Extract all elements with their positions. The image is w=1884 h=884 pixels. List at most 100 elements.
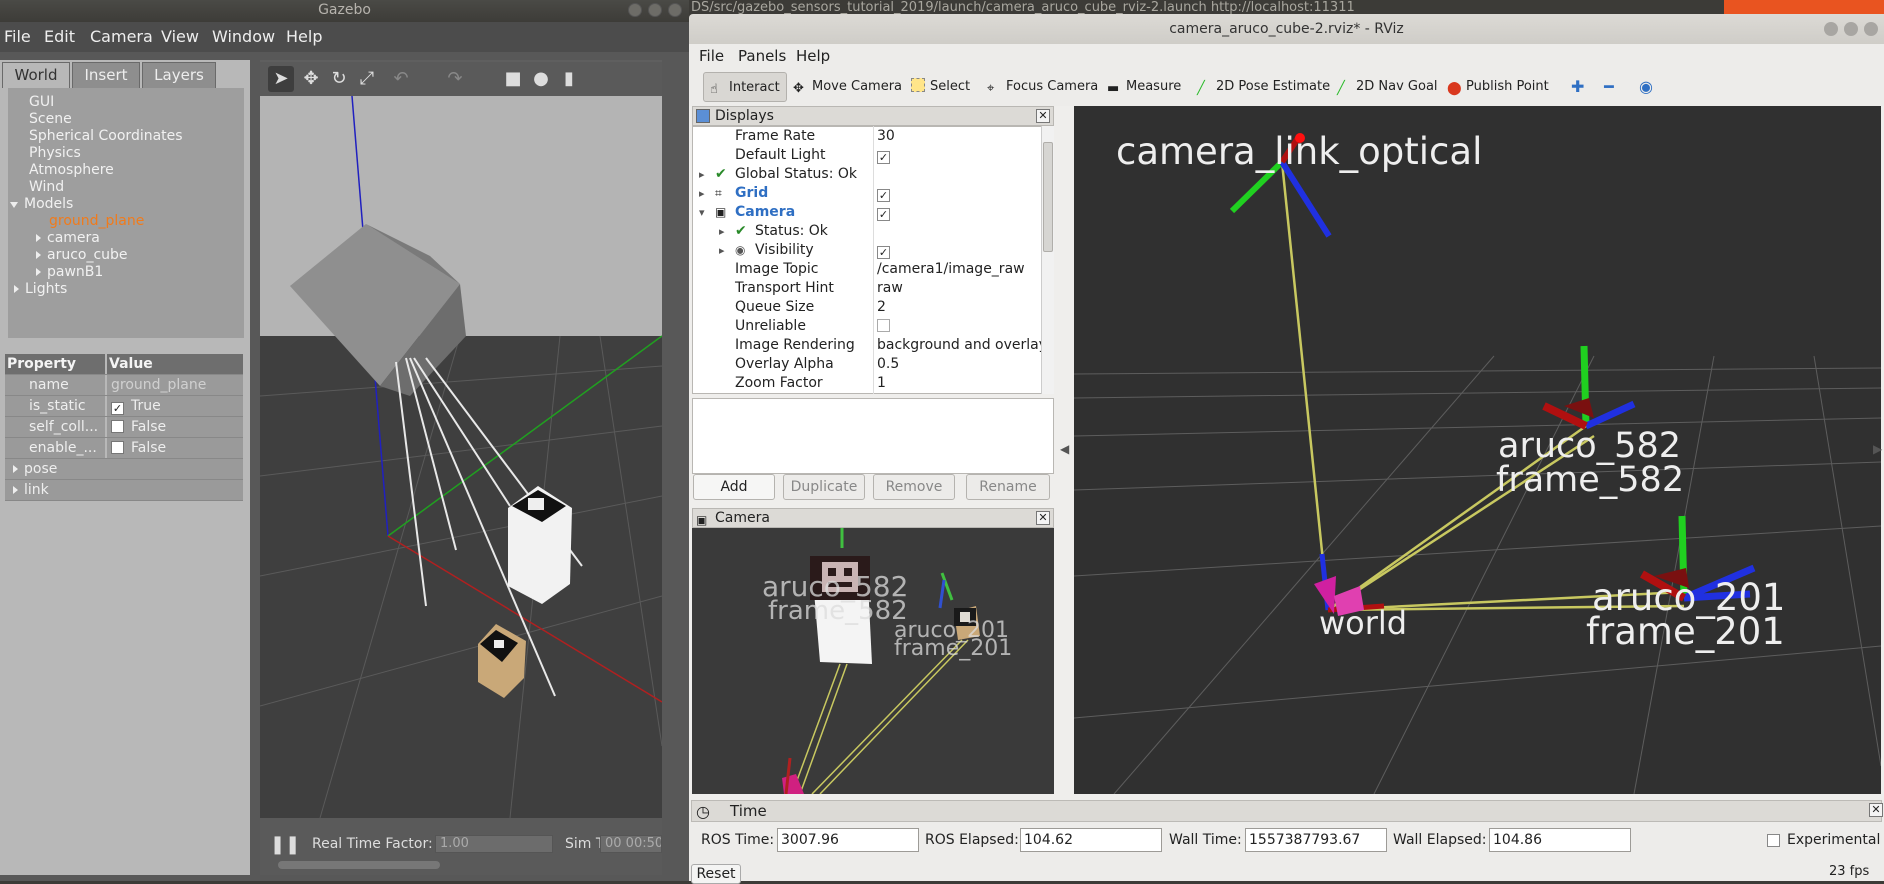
property-value[interactable]: False bbox=[107, 438, 243, 458]
menu-window[interactable]: Window bbox=[212, 27, 275, 46]
tool-publish-point[interactable]: ⬤ Publish Point bbox=[1447, 72, 1549, 102]
row-value[interactable]: background and overlay bbox=[877, 336, 1047, 355]
expand-right-icon[interactable]: ▸ bbox=[699, 184, 705, 203]
translate-icon[interactable]: ✥ bbox=[298, 66, 324, 92]
checkbox-checked[interactable]: ✓ bbox=[111, 402, 124, 415]
tree-spherical[interactable]: Spherical Coordinates bbox=[29, 128, 183, 144]
checkbox-unchecked[interactable] bbox=[111, 441, 124, 454]
property-row[interactable]: name ground_plane bbox=[5, 375, 243, 396]
row-default-light[interactable]: Default Light ✓ bbox=[693, 146, 1043, 165]
property-row[interactable]: is_static ✓ True bbox=[5, 396, 243, 417]
tool-pose-estimate[interactable]: ╱ 2D Pose Estimate bbox=[1197, 72, 1330, 102]
minimize-icon[interactable] bbox=[628, 3, 642, 17]
tool-focus-camera[interactable]: ⌖ Focus Camera bbox=[987, 72, 1098, 102]
menu-edit[interactable]: Edit bbox=[44, 27, 75, 46]
duplicate-button[interactable]: Duplicate bbox=[783, 474, 865, 500]
close-icon[interactable]: ✕ bbox=[1036, 511, 1050, 525]
rviz-3d-view[interactable]: camera_link_optical aruco_582 frame_582 … bbox=[1074, 106, 1881, 794]
row-value[interactable]: 1 bbox=[877, 374, 886, 393]
tree-gui[interactable]: GUI bbox=[29, 94, 54, 110]
minimize-icon[interactable] bbox=[1824, 22, 1838, 36]
checkbox-checked[interactable]: ✓ bbox=[877, 184, 897, 203]
scrollbar-thumb[interactable] bbox=[1043, 142, 1053, 252]
box-shape-icon[interactable]: ■ bbox=[500, 66, 526, 92]
rotate-icon[interactable]: ↻ bbox=[326, 66, 352, 92]
tree-physics[interactable]: Physics bbox=[29, 145, 81, 161]
expand-right-icon[interactable] bbox=[36, 268, 41, 276]
row-global-status[interactable]: ▸ ✔ Global Status: Ok bbox=[693, 165, 1043, 184]
tree-aruco-cube[interactable]: aruco_cube bbox=[36, 247, 128, 263]
tree-scene[interactable]: Scene bbox=[29, 111, 72, 127]
row-visibility[interactable]: ▸ ◉ Visibility ✓ bbox=[693, 241, 1043, 260]
collapse-right-icon[interactable]: ▶ bbox=[1873, 442, 1882, 456]
tree-atmosphere[interactable]: Atmosphere bbox=[29, 162, 114, 178]
close-icon[interactable]: ✕ bbox=[1869, 803, 1883, 817]
menu-view[interactable]: View bbox=[161, 27, 199, 46]
close-icon[interactable] bbox=[668, 3, 682, 17]
row-unreliable[interactable]: Unreliable bbox=[693, 317, 1043, 336]
tool-interact[interactable]: ☝ Interact bbox=[703, 72, 787, 102]
row-overlay-alpha[interactable]: Overlay Alpha 0.5 bbox=[693, 355, 1043, 374]
menu-file[interactable]: File bbox=[4, 27, 31, 46]
displays-scrollbar[interactable] bbox=[1041, 126, 1054, 394]
tree-models[interactable]: Models bbox=[10, 196, 73, 212]
menu-panels[interactable]: Panels bbox=[738, 47, 786, 65]
expand-right-icon[interactable]: ▸ bbox=[699, 165, 705, 184]
tool-select[interactable]: Select bbox=[911, 72, 970, 102]
expand-right-icon[interactable] bbox=[36, 234, 41, 242]
pause-icon[interactable]: ❚❚ bbox=[270, 834, 300, 855]
checkbox-checked[interactable]: ✓ bbox=[877, 241, 897, 260]
row-value[interactable]: 30 bbox=[877, 127, 895, 146]
sphere-shape-icon[interactable]: ● bbox=[528, 66, 554, 92]
gazebo-3d-scene[interactable] bbox=[260, 96, 662, 818]
add-button[interactable]: Add bbox=[693, 474, 775, 500]
row-image-rendering[interactable]: Image Rendering background and overlay bbox=[693, 336, 1047, 355]
scale-icon[interactable]: ⤢ bbox=[354, 66, 380, 92]
reset-button[interactable]: Reset bbox=[691, 864, 741, 884]
eye-icon[interactable]: ◉ bbox=[1639, 72, 1653, 102]
remove-button[interactable]: Remove bbox=[873, 474, 955, 500]
row-queue-size[interactable]: Queue Size 2 bbox=[693, 298, 1043, 317]
camera-image[interactable]: aruco_582 frame_582 aruco_201 frame_201 bbox=[692, 528, 1054, 794]
property-link[interactable]: link bbox=[5, 480, 243, 501]
row-transport-hint[interactable]: Transport Hint raw bbox=[693, 279, 1043, 298]
checkbox-unchecked[interactable] bbox=[111, 420, 124, 433]
property-row[interactable]: enable_... False bbox=[5, 438, 243, 459]
tab-insert[interactable]: Insert bbox=[72, 62, 140, 88]
tree-lights[interactable]: Lights bbox=[14, 281, 67, 297]
ros-time-field[interactable]: 3007.96 bbox=[777, 828, 919, 852]
tool-measure[interactable]: ▬ Measure bbox=[1107, 72, 1181, 102]
maximize-icon[interactable] bbox=[648, 3, 662, 17]
checkbox-unchecked[interactable] bbox=[877, 317, 897, 336]
property-pose[interactable]: pose bbox=[5, 459, 243, 480]
row-value[interactable]: 0.5 bbox=[877, 355, 899, 374]
select-arrow-icon[interactable]: ➤ bbox=[268, 66, 294, 92]
expand-right-icon[interactable] bbox=[13, 465, 18, 473]
maximize-icon[interactable] bbox=[1844, 22, 1858, 36]
property-row[interactable]: self_coll... False bbox=[5, 417, 243, 438]
expand-right-icon[interactable] bbox=[14, 285, 19, 293]
expand-right-icon[interactable] bbox=[13, 486, 18, 494]
cylinder-shape-icon[interactable]: ▮ bbox=[556, 66, 582, 92]
checkbox-checked[interactable]: ✓ bbox=[877, 203, 897, 222]
menu-help[interactable]: Help bbox=[796, 47, 830, 65]
tab-layers[interactable]: Layers bbox=[142, 62, 216, 88]
close-icon[interactable] bbox=[1864, 22, 1878, 36]
row-camera[interactable]: ▾ ▣ Camera ✓ bbox=[693, 203, 1043, 222]
row-image-topic[interactable]: Image Topic/camera1/image_raw bbox=[693, 260, 1043, 279]
gazebo-hscrollbar[interactable] bbox=[278, 861, 440, 869]
wall-elapsed-field[interactable]: 104.86 bbox=[1489, 828, 1631, 852]
experimental-checkbox[interactable] bbox=[1767, 834, 1780, 847]
expand-down-icon[interactable] bbox=[10, 202, 18, 208]
add-tool-icon[interactable]: ✚ bbox=[1571, 72, 1584, 102]
row-value[interactable]: 2 bbox=[877, 298, 886, 317]
tree-pawn[interactable]: pawnB1 bbox=[36, 264, 103, 280]
tool-nav-goal[interactable]: ╱ 2D Nav Goal bbox=[1337, 72, 1438, 102]
rename-button[interactable]: Rename bbox=[966, 474, 1050, 500]
expand-right-icon[interactable]: ▸ bbox=[719, 222, 725, 241]
checkbox-checked[interactable]: ✓ bbox=[877, 146, 897, 165]
wall-time-field[interactable]: 1557387793.67 bbox=[1245, 828, 1387, 852]
close-icon[interactable]: ✕ bbox=[1036, 109, 1050, 123]
expand-right-icon[interactable]: ▸ bbox=[719, 241, 725, 260]
property-value[interactable]: ✓ True bbox=[107, 396, 243, 416]
